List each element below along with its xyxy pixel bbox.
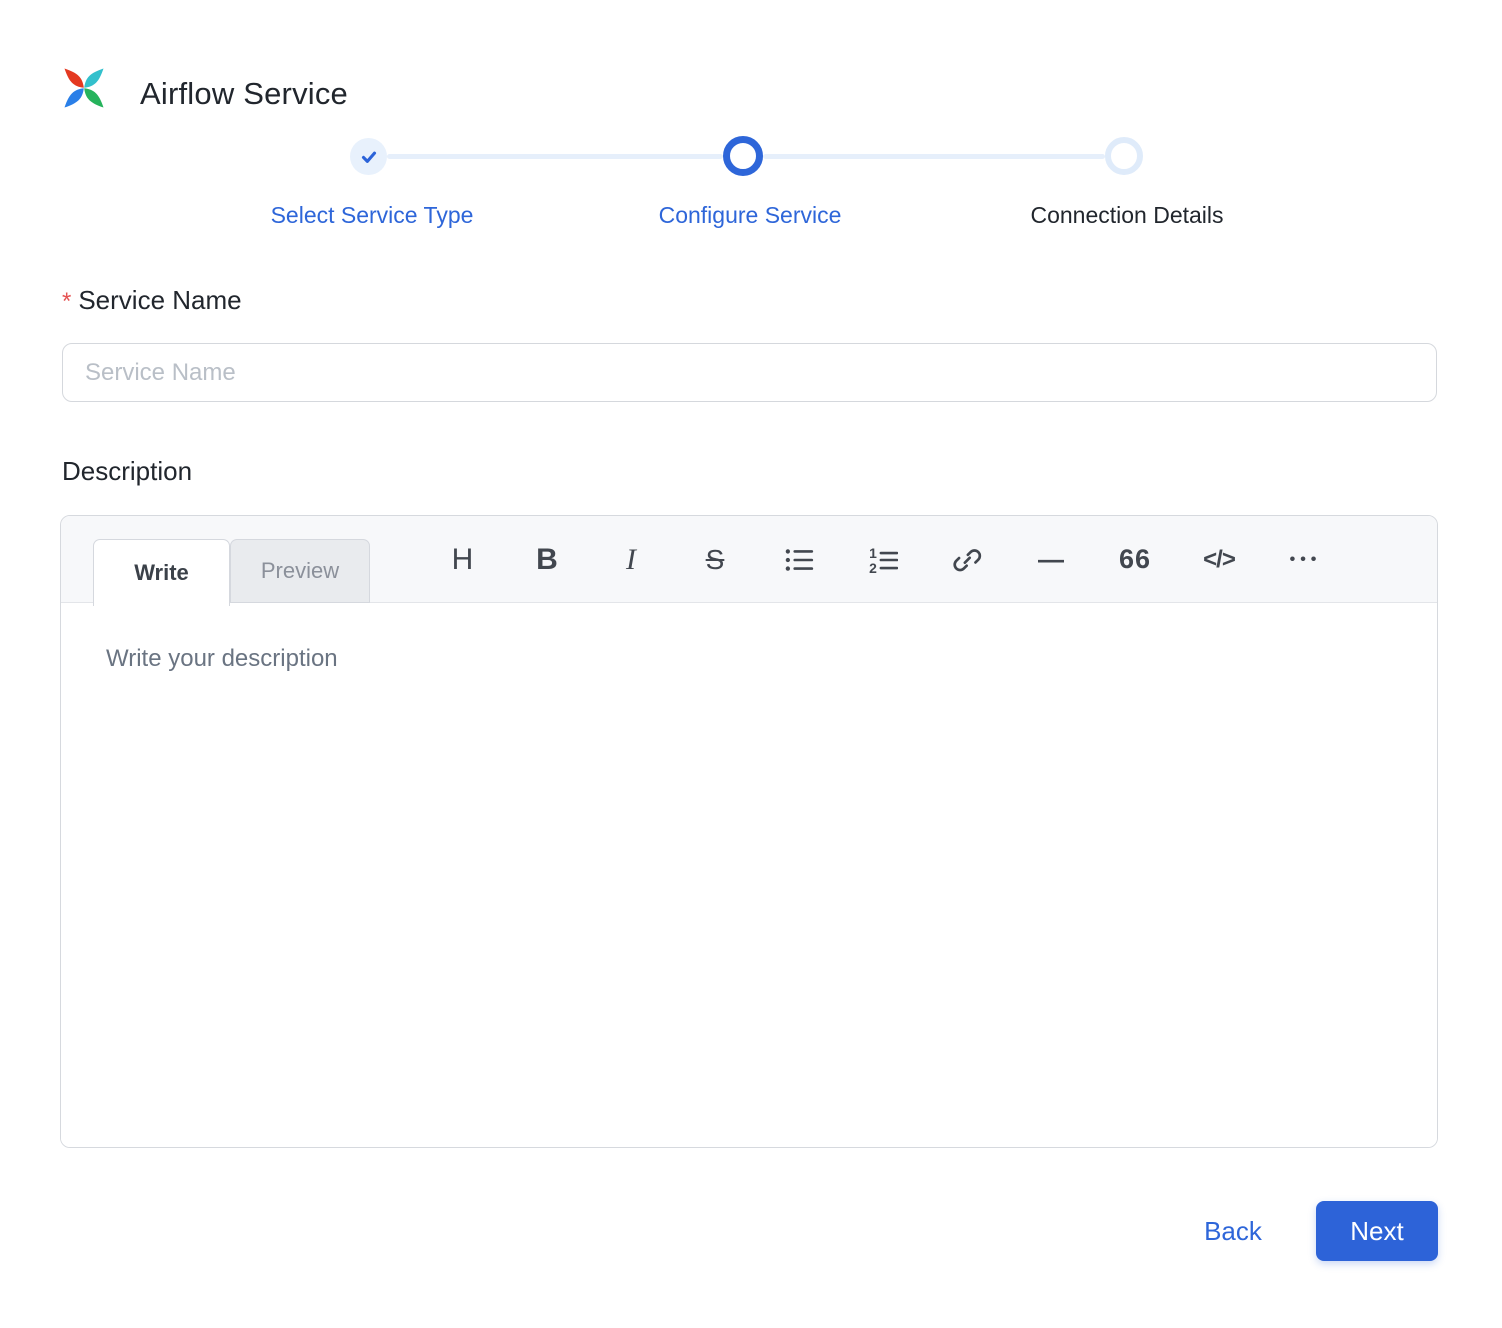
configure-service-page: Airflow Service Select Service Type Conf… (0, 0, 1502, 1328)
tab-preview[interactable]: Preview (230, 539, 370, 603)
description-textarea[interactable] (61, 603, 1437, 1147)
description-label: Description (62, 456, 193, 486)
airflow-logo-icon (64, 68, 104, 108)
more-options-icon[interactable]: ••• (1283, 539, 1323, 581)
step-select-service-type-indicator[interactable] (350, 138, 387, 175)
svg-text:1: 1 (869, 545, 877, 561)
required-marker: * (62, 288, 72, 315)
stepper-connector (387, 154, 723, 159)
service-name-input[interactable] (62, 343, 1437, 402)
service-name-label: * Service Name (62, 284, 242, 318)
back-button[interactable]: Back (1204, 1216, 1262, 1246)
step-connection-details-indicator[interactable] (1105, 137, 1143, 175)
step-configure-service-indicator[interactable] (723, 136, 763, 176)
description-editor: H B I S 1 2 — 66 </> ••• Write Preview W… (60, 515, 1438, 1148)
page-title: Airflow Service (140, 76, 348, 111)
editor-toolbar-buttons: H B I S 1 2 — 66 </> ••• (443, 516, 1323, 603)
strikethrough-icon[interactable]: S (695, 539, 735, 581)
horizontal-rule-icon[interactable]: — (1031, 539, 1071, 581)
step-label-select-service-type[interactable]: Select Service Type (271, 200, 474, 230)
next-button[interactable]: Next (1316, 1201, 1438, 1261)
heading-icon[interactable]: H (443, 539, 483, 581)
numbered-list-icon[interactable]: 1 2 (863, 539, 903, 581)
stepper-connector (763, 154, 1105, 159)
italic-icon[interactable]: I (611, 539, 651, 581)
step-label-connection-details[interactable]: Connection Details (1030, 200, 1223, 230)
quote-icon[interactable]: 66 (1115, 539, 1155, 581)
service-name-label-text: Service Name (78, 285, 242, 315)
tab-write[interactable]: Write (93, 539, 230, 606)
step-label-configure-service[interactable]: Configure Service (659, 200, 842, 230)
svg-text:2: 2 (869, 559, 877, 574)
link-icon[interactable] (947, 539, 987, 581)
bold-icon[interactable]: B (527, 539, 567, 581)
bullet-list-icon[interactable] (779, 539, 819, 581)
check-icon (361, 151, 376, 163)
code-icon[interactable]: </> (1199, 539, 1239, 581)
editor-content-area (61, 603, 1437, 1147)
